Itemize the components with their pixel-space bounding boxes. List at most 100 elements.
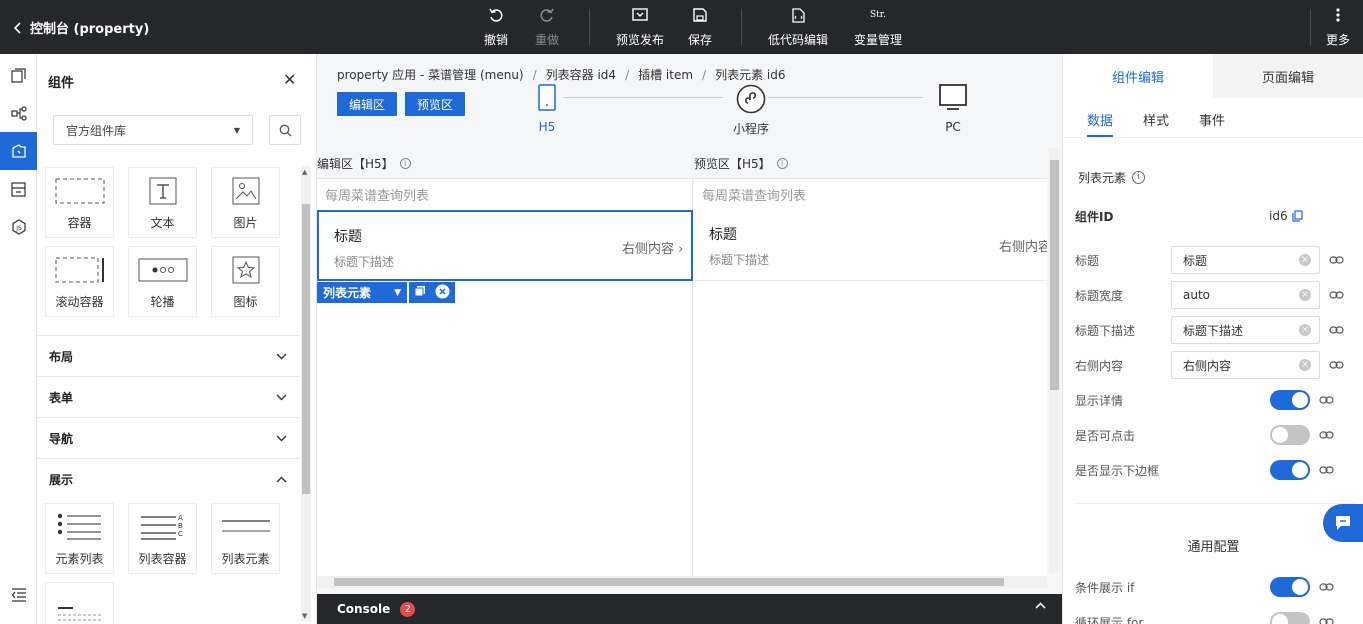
item-right: 右侧内容 › [622,238,683,257]
section-form[interactable]: 表单 [37,376,299,417]
canvas-vertical-scrollbar[interactable] [1049,148,1060,573]
breadcrumb-item[interactable]: 插槽 item [638,68,693,82]
undo-button[interactable]: 撤销 [482,6,510,48]
loop-for-switch[interactable] [1270,612,1310,624]
tab-page-edit[interactable]: 页面编辑 [1213,54,1363,98]
scrollbar-thumb[interactable] [302,204,310,494]
info-icon[interactable]: i [399,157,411,169]
component-element-list[interactable]: 元素列表 [45,503,114,574]
pages-icon[interactable] [0,56,37,94]
list-element-preview[interactable]: 标题 标题下描述 右侧内容 [694,210,1047,281]
preview-zone-button[interactable]: 预览区 [405,92,465,116]
condition-if-switch[interactable] [1270,577,1310,597]
component-text[interactable]: 文本 [128,167,197,238]
clickable-switch[interactable] [1270,425,1310,445]
panel-scrollbar[interactable]: ▲ ▼ [301,166,311,622]
clear-icon[interactable]: × [1299,254,1311,266]
search-button[interactable] [269,115,301,145]
link-icon[interactable] [1329,256,1344,264]
redo-button[interactable]: 重做 [533,6,561,48]
title-input[interactable]: 标题 × [1171,246,1320,274]
breadcrumb-item[interactable]: property 应用 - 菜谱管理 (menu) [337,68,524,82]
list-element-selected[interactable]: 标题 标题下描述 右侧内容 › [317,210,693,281]
component-label: 文本 [150,216,175,230]
section-display[interactable]: 展示 [37,458,299,499]
edit-zone: 每周菜谱查询列表 标题 标题下描述 右侧内容 › 列表元素 ▼ [317,179,693,581]
link-icon[interactable] [1319,618,1334,624]
chevron-up-icon[interactable] [1035,602,1046,609]
text-block-icon [46,583,113,624]
scrollbar-thumb[interactable] [1050,160,1059,390]
section-nav[interactable]: 导航 [37,417,299,458]
component-label: 列表元素 [221,552,270,566]
component-icon[interactable]: 图标 [211,246,280,317]
canvas-horizontal-scrollbar[interactable] [317,576,1047,588]
delete-icon[interactable] [435,284,450,302]
lowcode-edit-button[interactable]: 低代码编辑 [766,6,830,48]
component-list-element[interactable]: 列表元素 [211,503,280,574]
preview-publish-button[interactable]: 预览发布 [614,6,666,48]
save-button[interactable]: 保存 [686,6,714,48]
item-title: 标题 [334,229,362,245]
tab-component-edit[interactable]: 组件编辑 [1063,54,1213,98]
tree-structure-icon[interactable] [0,94,37,132]
device-miniprogram[interactable]: 小程序 [733,84,769,137]
data-source-icon[interactable] [0,170,37,208]
component-list-container[interactable]: ABC 列表容器 [128,503,197,574]
component-carousel[interactable]: 轮播 [128,246,197,317]
device-pc[interactable]: PC [939,84,967,134]
selected-component-tag[interactable]: 列表元素 ▼ [317,282,407,303]
info-icon[interactable]: i [1132,170,1146,184]
more-button[interactable]: 更多 [1324,6,1352,48]
collapse-menu-icon[interactable] [0,576,37,614]
scroll-down-arrow-icon[interactable]: ▼ [302,612,307,620]
components-icon[interactable] [0,132,37,170]
console-bar[interactable]: Console 2 [317,594,1062,624]
subtab-style[interactable]: 样式 [1143,110,1169,129]
link-icon[interactable] [1329,326,1344,334]
left-icon-rail: JS [0,54,37,624]
javascript-icon[interactable]: JS [0,208,37,246]
edit-zone-button[interactable]: 编辑区 [337,92,397,116]
link-icon[interactable] [1319,466,1334,474]
section-layout[interactable]: 布局 [37,335,299,376]
description-input[interactable]: 标题下描述 × [1171,316,1320,344]
subtab-events[interactable]: 事件 [1199,110,1225,129]
copy-icon[interactable] [414,285,426,300]
close-icon[interactable]: ✕ [283,70,296,89]
component-more[interactable] [45,582,114,624]
svg-text:JS: JS [15,225,22,232]
section-label: 导航 [49,431,74,446]
component-scroll-container[interactable]: 滚动容器 [45,246,114,317]
link-icon[interactable] [1319,431,1334,439]
subtab-data[interactable]: 数据 [1087,110,1113,129]
link-icon[interactable] [1329,361,1344,369]
item-right-text: 右侧内容 [622,242,675,257]
component-image[interactable]: 图片 [211,167,280,238]
link-icon[interactable] [1329,291,1344,299]
clear-icon[interactable]: × [1299,324,1311,336]
clear-icon[interactable]: × [1299,289,1311,301]
show-detail-switch[interactable] [1270,390,1310,410]
chat-support-button[interactable] [1323,504,1363,542]
title-width-input[interactable]: auto × [1171,281,1320,309]
scrollbar-thumb[interactable] [334,578,1004,586]
toolbar-divider [1310,9,1311,45]
device-h5[interactable]: H5 [538,84,556,134]
link-icon[interactable] [1319,583,1334,591]
scroll-up-arrow-icon[interactable]: ▲ [302,168,307,176]
variable-manage-button[interactable]: Str. 变量管理 [852,6,904,48]
component-id-row: 组件ID id6 [1075,201,1355,231]
back-to-console[interactable]: 控制台 (property) [14,18,149,37]
link-icon[interactable] [1319,396,1334,404]
breadcrumb-item[interactable]: 列表容器 id4 [546,68,616,82]
breadcrumb-item[interactable]: 列表元素 id6 [715,68,785,82]
clear-icon[interactable]: × [1299,359,1311,371]
info-icon[interactable]: i [776,157,788,169]
copy-icon[interactable] [1292,210,1303,222]
bottom-border-switch[interactable] [1270,460,1310,480]
caret-down-icon[interactable]: ▼ [394,288,401,298]
right-content-input[interactable]: 右侧内容 × [1171,351,1320,379]
component-container[interactable]: 容器 [45,167,114,238]
component-library-select[interactable]: 官方组件库 ▼ [53,115,253,145]
